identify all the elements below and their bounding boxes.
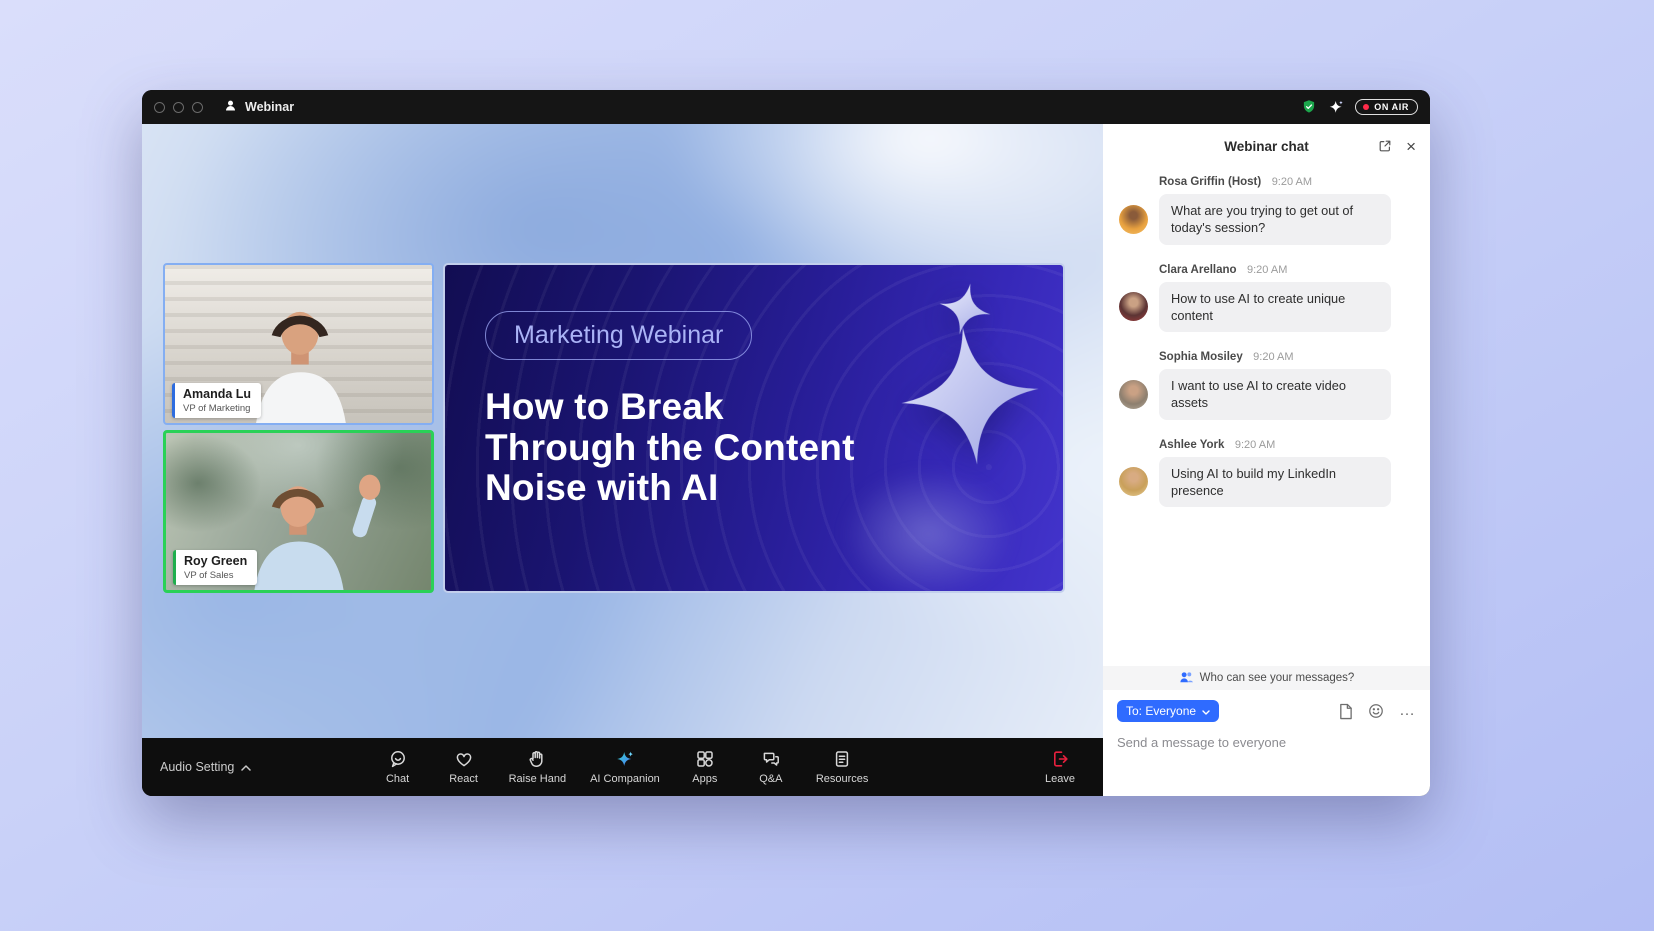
video-tile-amanda[interactable]: Amanda Lu VP of Marketing <box>163 263 434 425</box>
chat-message: Sophia Mosiley 9:20 AM I want to use AI … <box>1119 347 1414 420</box>
resources-doc-icon <box>832 749 852 769</box>
chevron-down-icon <box>1202 704 1210 718</box>
webinar-window: Webinar ON AIR <box>142 90 1430 796</box>
leave-button[interactable]: Leave <box>1039 749 1081 785</box>
toolbar-button-label: React <box>449 773 478 785</box>
message-time: 9:20 AM <box>1235 439 1275 451</box>
close-icon[interactable]: × <box>1406 138 1416 155</box>
webinar-stage: Amanda Lu VP of Marketing <box>142 124 1103 738</box>
traffic-light-close[interactable] <box>154 102 165 113</box>
video-tile-roy[interactable]: Roy Green VP of Sales <box>163 430 434 593</box>
presentation-slide: Marketing Webinar How to Break Through t… <box>443 263 1065 593</box>
ai-companion-button[interactable]: AI Companion <box>590 749 660 785</box>
message-bubble: I want to use AI to create video assets <box>1159 369 1391 420</box>
traffic-light-zoom[interactable] <box>192 102 203 113</box>
participant-role: VP of Sales <box>184 570 247 581</box>
leave-door-icon <box>1050 749 1070 769</box>
participant-role: VP of Marketing <box>183 403 251 414</box>
react-button[interactable]: React <box>443 749 485 785</box>
titlebar: Webinar ON AIR <box>142 90 1430 124</box>
raise-hand-icon <box>527 749 547 769</box>
chevron-up-icon <box>241 760 251 774</box>
on-air-label: ON AIR <box>1374 102 1409 112</box>
message-author: Sophia Mosiley <box>1159 351 1243 363</box>
ai-sparkle-icon <box>615 749 635 769</box>
window-title: Webinar <box>223 98 294 116</box>
chat-title: Webinar chat <box>1224 139 1309 154</box>
raise-hand-button[interactable]: Raise Hand <box>509 749 566 785</box>
audio-setting-button[interactable]: Audio Setting <box>160 760 251 774</box>
toolbar-button-label: Raise Hand <box>509 773 566 785</box>
chat-message: Rosa Griffin (Host) 9:20 AM What are you… <box>1119 172 1414 245</box>
security-shield-icon[interactable] <box>1301 99 1317 115</box>
titlebar-status: ON AIR <box>1301 99 1418 115</box>
name-tag: Roy Green VP of Sales <box>173 550 257 585</box>
avatar <box>1119 467 1148 496</box>
more-options-icon[interactable]: … <box>1399 708 1416 714</box>
to-everyone-label: To: Everyone <box>1126 704 1196 718</box>
on-air-badge: ON AIR <box>1355 99 1418 115</box>
qa-bubbles-icon <box>761 749 781 769</box>
chat-icon <box>388 749 408 769</box>
star-shape-large <box>894 320 1046 472</box>
toolbar-button-label: Resources <box>816 773 869 785</box>
message-author: Clara Arellano <box>1159 264 1237 276</box>
heart-icon <box>454 749 474 769</box>
message-time: 9:20 AM <box>1253 351 1293 363</box>
message-bubble: What are you trying to get out of today'… <box>1159 194 1391 245</box>
avatar <box>1119 380 1148 409</box>
file-icon[interactable] <box>1338 703 1353 720</box>
chat-header: Webinar chat × <box>1103 124 1430 168</box>
avatar <box>1119 292 1148 321</box>
traffic-light-minimize[interactable] <box>173 102 184 113</box>
slide-title-line: How to Break <box>485 387 855 428</box>
slide-glow-shape <box>843 469 1013 593</box>
visibility-note-label: Who can see your messages? <box>1200 672 1355 684</box>
two-person-icon <box>1179 670 1194 687</box>
name-tag: Amanda Lu VP of Marketing <box>172 383 261 418</box>
message-input[interactable]: Send a message to everyone <box>1117 735 1416 796</box>
to-everyone-dropdown[interactable]: To: Everyone <box>1117 700 1219 722</box>
toolbar-button-label: Leave <box>1045 773 1075 785</box>
participant-name: Roy Green <box>184 554 247 569</box>
on-air-dot-icon <box>1363 104 1369 110</box>
message-author: Ashlee York <box>1159 439 1224 451</box>
qa-button[interactable]: Q&A <box>750 749 792 785</box>
toolbar-button-label: Chat <box>386 773 409 785</box>
window-title-label: Webinar <box>245 100 294 114</box>
chat-message: Ashlee York 9:20 AM Using AI to build my… <box>1119 435 1414 508</box>
slide-badge: Marketing Webinar <box>485 311 752 360</box>
slide-title-line: Noise with AI <box>485 468 855 509</box>
slide-title-line: Through the Content <box>485 428 855 469</box>
traffic-lights <box>154 102 203 113</box>
toolbar-button-label: Apps <box>692 773 717 785</box>
participant-name: Amanda Lu <box>183 387 251 402</box>
message-time: 9:20 AM <box>1247 264 1287 276</box>
chat-button[interactable]: Chat <box>377 749 419 785</box>
webinar-icon <box>223 98 238 116</box>
visibility-note[interactable]: Who can see your messages? <box>1103 666 1430 690</box>
toolbar-button-group: Chat React Raise Hand <box>377 749 869 785</box>
avatar <box>1119 205 1148 234</box>
audio-setting-label: Audio Setting <box>160 760 234 774</box>
message-bubble: How to use AI to create unique content <box>1159 282 1391 333</box>
apps-button[interactable]: Apps <box>684 749 726 785</box>
compose-area: To: Everyone … <box>1103 690 1430 796</box>
webinar-chat-panel: Webinar chat × Rosa Griffin (Host) 9:20 … <box>1103 124 1430 796</box>
message-author: Rosa Griffin (Host) <box>1159 176 1261 188</box>
resources-button[interactable]: Resources <box>816 749 869 785</box>
pop-out-icon[interactable] <box>1377 138 1393 154</box>
toolbar-button-label: Q&A <box>759 773 782 785</box>
ai-companion-status-icon[interactable] <box>1328 99 1344 115</box>
apps-grid-icon <box>695 749 715 769</box>
toolbar-button-label: AI Companion <box>590 773 660 785</box>
slide-title: How to Break Through the Content Noise w… <box>485 387 855 509</box>
meeting-toolbar: Audio Setting Chat <box>142 738 1103 796</box>
chat-message: Clara Arellano 9:20 AM How to use AI to … <box>1119 260 1414 333</box>
message-time: 9:20 AM <box>1272 176 1312 188</box>
message-bubble: Using AI to build my LinkedIn presence <box>1159 457 1391 508</box>
chat-message-list[interactable]: Rosa Griffin (Host) 9:20 AM What are you… <box>1103 168 1430 666</box>
emoji-icon[interactable] <box>1368 703 1384 719</box>
